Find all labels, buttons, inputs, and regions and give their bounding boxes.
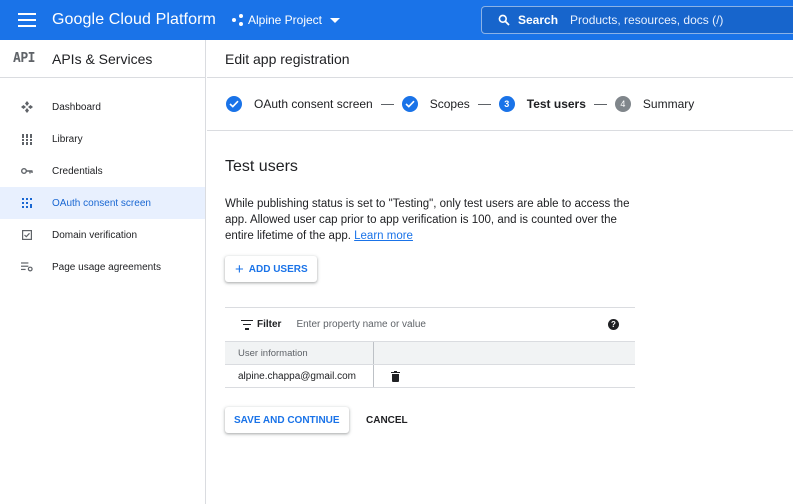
page-title: Edit app registration (225, 50, 350, 67)
sidebar-item-label: Credentials (52, 165, 103, 177)
step-oauth-consent-screen[interactable]: OAuth consent screen (226, 96, 373, 112)
library-icon (21, 133, 33, 145)
sidebar-item-dashboard[interactable]: Dashboard (0, 91, 205, 123)
step-divider (380, 103, 394, 105)
sidebar-header: API APIs & Services (0, 40, 205, 78)
search-label: Search (518, 13, 559, 27)
test-users-section: Test users While publishing status is se… (225, 158, 635, 244)
filter-icon (241, 319, 253, 330)
description: While publishing status is set to "Testi… (225, 196, 635, 244)
help-icon[interactable]: ? (608, 319, 619, 330)
sidebar-item-credentials[interactable]: Credentials (0, 155, 205, 187)
brand-title[interactable]: Google Cloud Platform (52, 11, 216, 29)
api-logo: API (13, 51, 35, 66)
project-name: Alpine Project (247, 13, 323, 27)
search-input[interactable]: Products, resources, docs (/) (570, 13, 723, 27)
column-header-user-information[interactable]: User information (225, 342, 374, 364)
step-number: 4 (614, 96, 631, 112)
sidebar-nav: Dashboard Library Credentials OAuth cons… (0, 91, 205, 283)
consent-icon (21, 197, 33, 209)
add-users-button[interactable]: + ADD USERS (225, 256, 317, 282)
add-users-label: ADD USERS (248, 263, 308, 275)
step-label: Test users (526, 97, 586, 111)
sidebar-title: APIs & Services (52, 50, 153, 67)
main-content: Edit app registration OAuth consent scre… (207, 40, 793, 504)
filter-bar: Filter Enter property name or value ? (225, 308, 635, 341)
step-divider (593, 103, 607, 105)
sidebar-item-library[interactable]: Library (0, 123, 205, 155)
filter-label: Filter (257, 319, 282, 330)
search-bar[interactable]: Search Products, resources, docs (/) (481, 6, 793, 34)
learn-more-link[interactable]: Learn more (354, 230, 413, 242)
sidebar-item-label: Library (52, 133, 83, 145)
sidebar-item-oauth-consent-screen[interactable]: OAuth consent screen (0, 187, 205, 219)
sidebar-item-label: Page usage agreements (52, 261, 161, 273)
menu-icon[interactable] (18, 13, 36, 27)
filter-input[interactable]: Enter property name or value (296, 319, 426, 330)
top-app-bar: Google Cloud Platform Alpine Project Sea… (0, 0, 793, 40)
check-icon (226, 96, 242, 112)
step-scopes[interactable]: Scopes (401, 96, 470, 112)
step-label: Scopes (429, 97, 470, 111)
sidebar: API APIs & Services Dashboard Library Cr… (0, 40, 206, 504)
search-icon (498, 14, 510, 26)
table-row: alpine.chappa@gmail.com (225, 364, 635, 388)
dashboard-icon (21, 101, 33, 113)
sidebar-item-label: Dashboard (52, 101, 101, 113)
sidebar-item-domain-verification[interactable]: Domain verification (0, 219, 205, 251)
step-number: 3 (498, 96, 515, 112)
sidebar-item-page-usage-agreements[interactable]: Page usage agreements (0, 251, 205, 283)
row-actions (374, 365, 400, 387)
project-icon (231, 14, 244, 26)
cancel-button[interactable]: CANCEL (359, 407, 415, 433)
check-icon (401, 96, 418, 112)
stepper: OAuth consent screen Scopes 3 Test users… (207, 78, 793, 131)
test-users-table: Filter Enter property name or value ? Us… (225, 307, 635, 388)
column-header-actions (374, 342, 387, 364)
step-divider (477, 103, 491, 105)
step-label: OAuth consent screen (254, 97, 373, 111)
checkbox-icon (21, 229, 33, 241)
page-header: Edit app registration (207, 40, 793, 78)
user-email: alpine.chappa@gmail.com (225, 365, 374, 387)
table-header: User information (225, 341, 635, 364)
section-title: Test users (225, 158, 298, 175)
chevron-down-icon (330, 17, 341, 23)
project-selector[interactable]: Alpine Project (231, 13, 341, 27)
step-test-users[interactable]: 3 Test users (498, 96, 586, 112)
save-and-continue-button[interactable]: SAVE AND CONTINUE (225, 407, 349, 433)
step-label: Summary (642, 97, 695, 111)
plus-icon: + (235, 260, 244, 278)
description-text: While publishing status is set to "Testi… (225, 198, 630, 242)
step-summary[interactable]: 4 Summary (614, 96, 695, 112)
sidebar-item-label: Domain verification (52, 229, 138, 241)
sidebar-item-label: OAuth consent screen (52, 197, 151, 209)
settings-list-icon (21, 261, 33, 273)
delete-icon[interactable] (391, 370, 400, 382)
key-icon (21, 165, 33, 177)
